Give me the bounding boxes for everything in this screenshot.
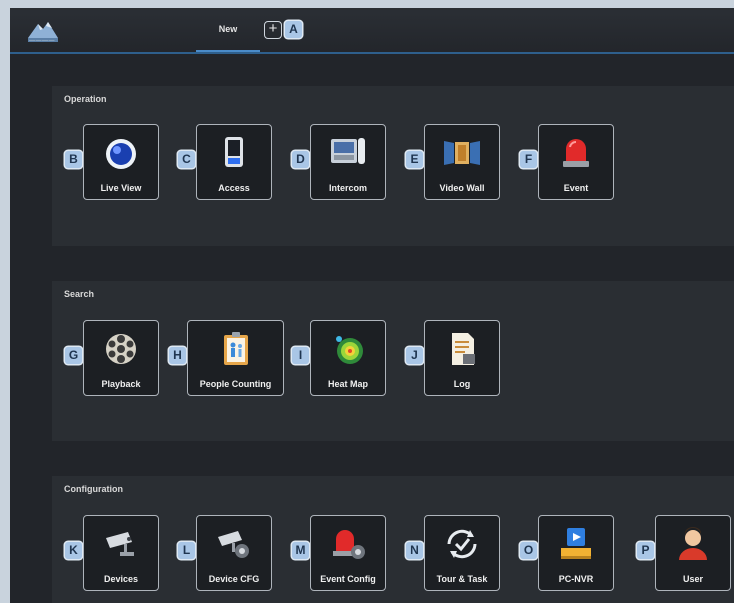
callout-marker-d: D xyxy=(292,151,309,168)
tile-pc-nvr[interactable]: PC-NVR xyxy=(538,515,614,591)
tile-label: User xyxy=(682,574,703,584)
callout-marker-g: G xyxy=(65,347,82,364)
tile-label: Intercom xyxy=(328,183,367,193)
section-title-operation: Operation xyxy=(64,94,107,104)
callout-marker-n: N xyxy=(406,542,423,559)
tile-label: Video Wall xyxy=(439,183,485,193)
heat-map-icon xyxy=(327,329,369,369)
callout-marker-o: O xyxy=(520,542,537,559)
tile-event-config[interactable]: Event Config xyxy=(310,515,386,591)
tile-log[interactable]: Log xyxy=(424,320,500,396)
callout-marker-a: A xyxy=(285,21,302,38)
tile-access[interactable]: Access xyxy=(196,124,272,200)
playback-icon xyxy=(100,329,142,369)
app-window: ———— New + A Operation B Live View C Acc… xyxy=(10,8,734,603)
callout-marker-e: E xyxy=(406,151,423,168)
section-title-search: Search xyxy=(64,289,95,299)
devices-icon xyxy=(100,524,142,564)
tile-label: Event xyxy=(563,183,589,193)
tile-playback[interactable]: Playback xyxy=(83,320,159,396)
callout-marker-p: P xyxy=(637,542,654,559)
tile-label: Playback xyxy=(101,379,141,389)
callout-marker-b: B xyxy=(65,151,82,168)
tile-label: Event Config xyxy=(320,574,376,584)
section-title-configuration: Configuration xyxy=(64,484,123,494)
access-icon xyxy=(213,133,255,173)
tile-label: Access xyxy=(218,183,250,193)
live-view-icon xyxy=(100,133,142,173)
tile-label: Live View xyxy=(100,183,142,193)
user-icon xyxy=(672,524,714,564)
tile-intercom[interactable]: Intercom xyxy=(310,124,386,200)
video-wall-icon xyxy=(441,133,483,173)
callout-marker-l: L xyxy=(178,542,195,559)
callout-marker-k: K xyxy=(65,542,82,559)
callout-marker-j: J xyxy=(406,347,423,364)
callout-marker-c: C xyxy=(178,151,195,168)
intercom-icon xyxy=(327,133,369,173)
pc-nvr-icon xyxy=(555,524,597,564)
callout-marker-f: F xyxy=(520,151,537,168)
tile-label: Log xyxy=(453,379,471,389)
tile-label: Devices xyxy=(103,574,139,584)
callout-marker-h: H xyxy=(169,347,186,364)
tile-heat-map[interactable]: Heat Map xyxy=(310,320,386,396)
tab-new[interactable]: New xyxy=(196,8,260,52)
callout-marker-m: M xyxy=(292,542,309,559)
people-counting-icon xyxy=(215,329,257,369)
add-tab-button[interactable]: + xyxy=(264,21,282,39)
tile-label: Tour & Task xyxy=(436,574,488,584)
tile-label: Heat Map xyxy=(327,379,368,389)
tile-label: PC-NVR xyxy=(558,574,594,584)
logo-text: ———— xyxy=(29,38,55,44)
callout-marker-i: I xyxy=(292,347,309,364)
top-bar: ———— New + A xyxy=(10,8,734,54)
tile-devices[interactable]: Devices xyxy=(83,515,159,591)
event-icon xyxy=(555,133,597,173)
tile-event[interactable]: Event xyxy=(538,124,614,200)
device-cfg-icon xyxy=(213,524,255,564)
tile-live-view[interactable]: Live View xyxy=(83,124,159,200)
tile-video-wall[interactable]: Video Wall xyxy=(424,124,500,200)
tour-task-icon xyxy=(441,524,483,564)
tile-device-cfg[interactable]: Device CFG xyxy=(196,515,272,591)
log-icon xyxy=(441,329,483,369)
tile-people-counting[interactable]: People Counting xyxy=(187,320,284,396)
tile-label: People Counting xyxy=(199,379,272,389)
tile-tour-task[interactable]: Tour & Task xyxy=(424,515,500,591)
event-config-icon xyxy=(327,524,369,564)
tile-label: Device CFG xyxy=(208,574,260,584)
tile-user[interactable]: User xyxy=(655,515,731,591)
